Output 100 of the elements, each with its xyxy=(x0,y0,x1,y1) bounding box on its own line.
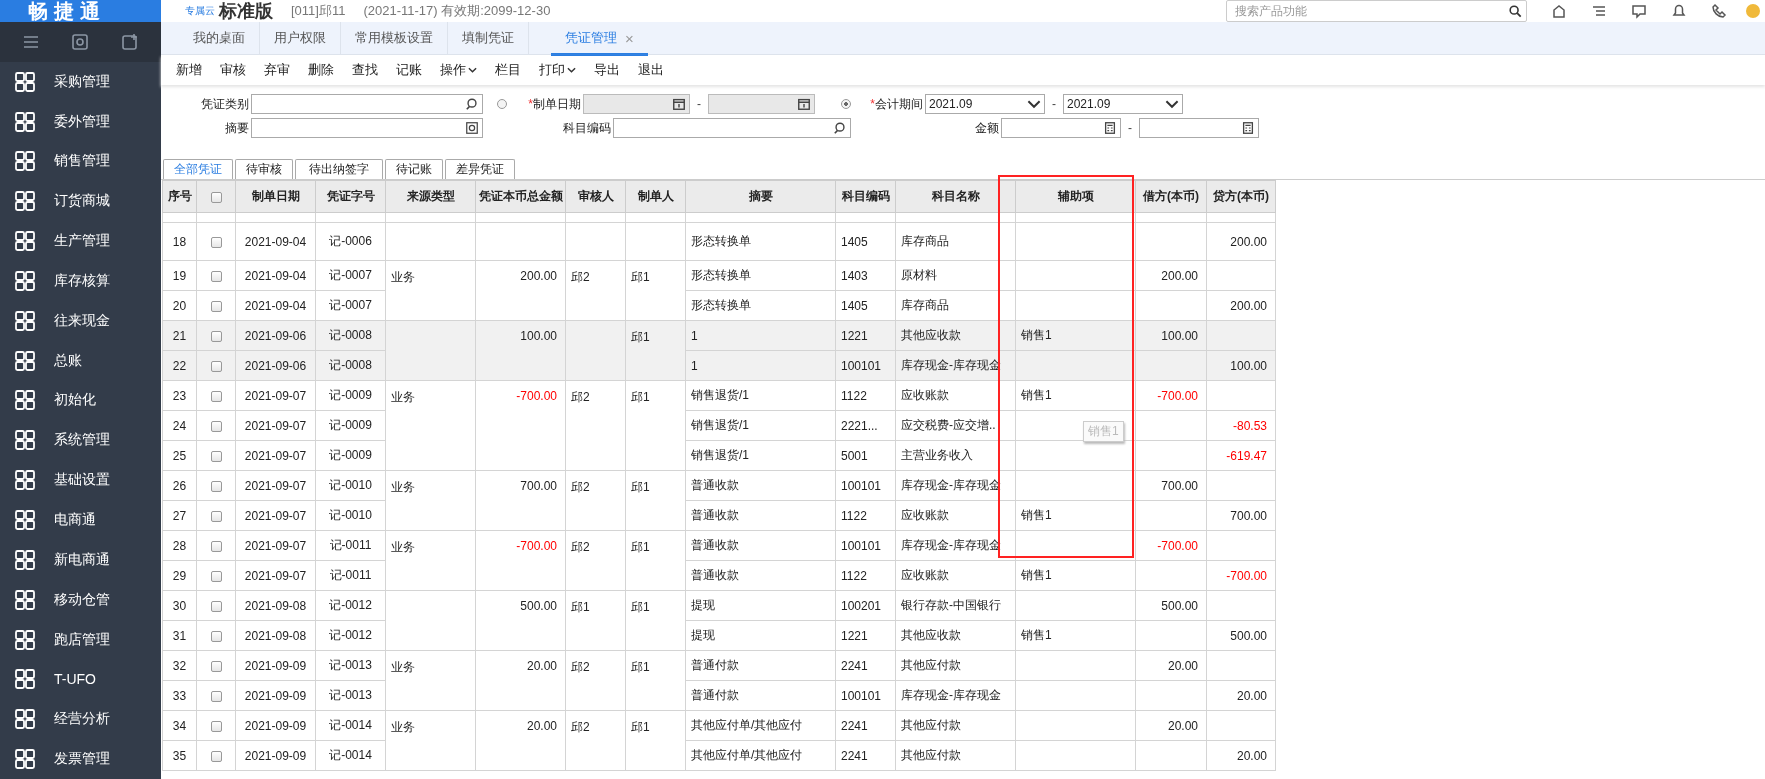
period-select[interactable]: 2021.09 xyxy=(925,94,1045,114)
sidebar-item[interactable]: 跑店管理 xyxy=(0,619,161,660)
sidebar-item[interactable]: 新电商通 xyxy=(0,539,161,580)
checkbox[interactable] xyxy=(210,191,222,203)
table-cell: 销售1 xyxy=(1015,620,1136,651)
sidebar-item[interactable]: 销售管理 xyxy=(0,141,161,182)
sidebar-item[interactable]: 库存核算 xyxy=(0,261,161,301)
page-tab[interactable]: 凭证管理 × xyxy=(551,20,648,56)
table-cell xyxy=(1135,620,1207,651)
toolbar-button[interactable]: 记账 xyxy=(387,61,431,79)
checkbox[interactable] xyxy=(210,600,222,612)
period-select[interactable]: 2021.09 xyxy=(1063,94,1183,114)
table-cell: 1221 xyxy=(835,620,896,651)
sidebar-item[interactable]: T-UFO xyxy=(0,659,161,700)
status-tab[interactable]: 差异凭证 xyxy=(445,159,515,179)
checkbox[interactable] xyxy=(210,510,222,522)
table-cell: 普通收款 xyxy=(685,560,836,591)
sidebar-item[interactable]: 总账 xyxy=(0,340,161,381)
radio-button[interactable] xyxy=(841,99,851,109)
calendar-icon[interactable] xyxy=(797,97,811,111)
checkbox[interactable] xyxy=(210,570,222,582)
table-cell: 提现 xyxy=(685,590,836,621)
toolbar-button[interactable]: 新增 xyxy=(167,61,211,79)
page-tab[interactable]: 我的桌面 xyxy=(179,22,260,54)
toolbar-button[interactable]: 退出 xyxy=(629,61,673,79)
toolbar-button[interactable]: 操作 xyxy=(431,61,486,79)
status-tab[interactable]: 待记账 xyxy=(385,159,443,179)
amount-field[interactable] xyxy=(1001,118,1121,138)
phone-icon[interactable] xyxy=(1711,3,1727,19)
sidebar-item[interactable]: 经营分析 xyxy=(0,699,161,740)
grid-icon xyxy=(14,309,36,332)
checkbox[interactable] xyxy=(210,360,222,372)
toolbar-button[interactable]: 导出 xyxy=(585,61,629,79)
toolbar-button[interactable]: 删除 xyxy=(299,61,343,79)
table-cell: 2021-09-09 xyxy=(235,650,316,681)
toolbar-button[interactable]: 审核 xyxy=(211,61,255,79)
checkbox[interactable] xyxy=(210,690,222,702)
sidebar-item[interactable]: 委外管理 xyxy=(0,101,161,142)
amount-field[interactable] xyxy=(1139,118,1259,138)
page-tab[interactable]: 填制凭证 xyxy=(448,22,529,54)
toolbar-button[interactable]: 栏目 xyxy=(486,61,530,79)
table-cell: -700.00 xyxy=(1206,560,1276,591)
column-header: 凭证字号 xyxy=(315,180,386,213)
sidebar-item[interactable]: 订货商城 xyxy=(0,181,161,222)
page-tab[interactable]: 常用模板设置 xyxy=(341,22,448,54)
checkbox[interactable] xyxy=(210,750,222,762)
calculator-icon[interactable] xyxy=(1103,121,1117,135)
radio-button[interactable] xyxy=(497,99,507,109)
caret-icon xyxy=(567,67,576,73)
checkbox[interactable] xyxy=(210,390,222,402)
sidebar-item[interactable]: 生产管理 xyxy=(0,221,161,261)
status-tab[interactable]: 全部凭证 xyxy=(163,159,233,179)
date-field[interactable] xyxy=(583,94,690,114)
table-cell: 业务 xyxy=(385,260,476,321)
table-cell xyxy=(1135,440,1207,471)
toolbar-button[interactable]: 弃审 xyxy=(255,61,299,79)
checkbox[interactable] xyxy=(210,660,222,672)
sidebar-item[interactable]: 发票管理 xyxy=(0,739,161,779)
checkbox[interactable] xyxy=(210,420,222,432)
column-header: 科目名称 xyxy=(895,180,1016,213)
sidebar-item[interactable]: 采购管理 xyxy=(0,61,161,102)
list-icon[interactable] xyxy=(1591,3,1607,19)
message-icon[interactable] xyxy=(1631,3,1647,19)
checkbox[interactable] xyxy=(210,450,222,462)
add-icon[interactable] xyxy=(121,32,140,51)
checkbox[interactable] xyxy=(210,236,222,248)
status-tab[interactable]: 待出纳签字 xyxy=(295,159,383,179)
table-cell: 2021-09-08 xyxy=(235,590,316,621)
sidebar-item[interactable]: 电商通 xyxy=(0,500,161,540)
page-tab[interactable]: 用户权限 xyxy=(260,22,341,54)
table-cell xyxy=(1135,290,1207,321)
table-cell: 700.00 xyxy=(1135,470,1207,501)
table-cell: 2021-09-09 xyxy=(235,680,316,711)
bell-icon[interactable] xyxy=(1671,3,1687,19)
toolbar-button[interactable]: 打印 xyxy=(530,61,585,79)
sidebar-item[interactable]: 初始化 xyxy=(0,380,161,421)
account-label: [011]邱11 xyxy=(291,2,346,20)
account-code-field[interactable] xyxy=(613,118,851,138)
checkbox[interactable] xyxy=(210,300,222,312)
calendar-icon[interactable] xyxy=(672,97,686,111)
checkbox[interactable] xyxy=(210,720,222,732)
column-header: 摘要 xyxy=(685,180,836,213)
table-cell: 业务 xyxy=(385,650,476,711)
checkbox[interactable] xyxy=(210,330,222,342)
voucher-type-field[interactable] xyxy=(251,94,483,114)
date-field[interactable] xyxy=(708,94,815,114)
checkbox[interactable] xyxy=(210,480,222,492)
sidebar-item[interactable]: 往来现金 xyxy=(0,300,161,341)
toolbar-button[interactable]: 查找 xyxy=(343,61,387,79)
avatar-icon[interactable] xyxy=(1745,3,1761,19)
sidebar-item[interactable]: 系统管理 xyxy=(0,420,161,461)
calculator-icon[interactable] xyxy=(1241,121,1255,135)
summary-field[interactable] xyxy=(251,118,483,138)
home-icon[interactable] xyxy=(1551,3,1567,19)
checkbox[interactable] xyxy=(210,630,222,642)
status-tab[interactable]: 待审核 xyxy=(235,159,293,179)
checkbox[interactable] xyxy=(210,270,222,282)
sidebar-item[interactable]: 基础设置 xyxy=(0,460,161,501)
sidebar-item[interactable]: 移动仓管 xyxy=(0,579,161,620)
checkbox[interactable] xyxy=(210,540,222,552)
